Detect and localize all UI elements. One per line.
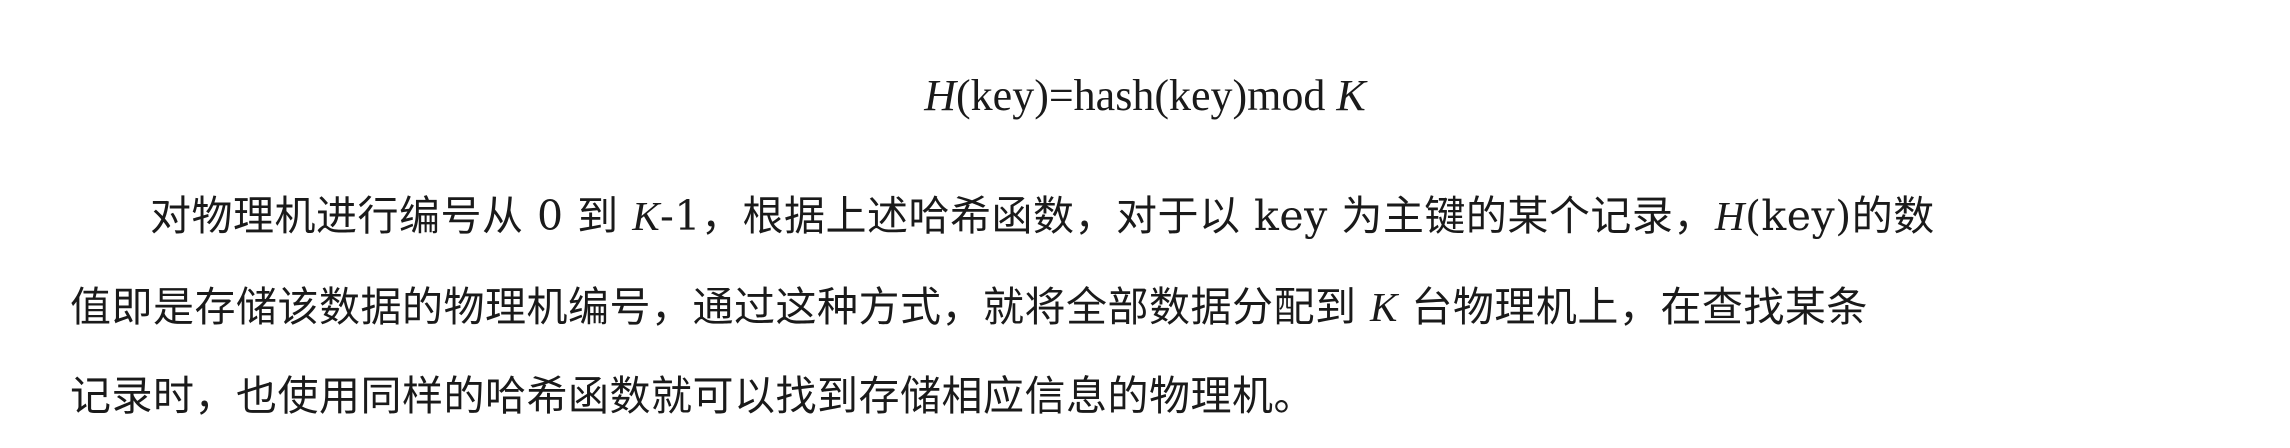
line1-text-b: -1，根据上述哈希函数，对于以 key 为主键的某个记录， xyxy=(660,192,1715,240)
formula-body: (key)=hash(key)mod xyxy=(956,71,1337,120)
line1-var-h: H xyxy=(1714,193,1745,239)
line1-text-a: 对物理机进行编号从 0 到 xyxy=(150,192,633,240)
line2-var-k: K xyxy=(1370,284,1398,330)
paragraph-line-2: 值即是存储该数据的物理机编号，通过这种方式，就将全部数据分配到 K 台物理机上，… xyxy=(70,277,2220,337)
line2-text-a: 值即是存储该数据的物理机编号，通过这种方式，就将全部数据分配到 xyxy=(70,283,1371,331)
document-page: H(key)=hash(key)mod K 对物理机进行编号从 0 到 K-1，… xyxy=(0,0,2290,448)
line1-var-k: K xyxy=(632,193,661,239)
paragraph-line-1: 对物理机进行编号从 0 到 K-1，根据上述哈希函数，对于以 key 为主键的某… xyxy=(150,186,2220,246)
formula-function-name: H xyxy=(924,71,957,120)
line1-text-c: (key)的数 xyxy=(1744,192,1935,240)
line2-text-b: 台物理机上，在查找某条 xyxy=(1397,283,1868,331)
line3-text-a: 记录时，也使用同样的哈希函数就可以找到存储相应信息的物理机。 xyxy=(70,372,1315,420)
formula-modulus: K xyxy=(1336,71,1366,120)
hash-formula: H(key)=hash(key)mod K xyxy=(0,66,2290,126)
paragraph-line-3: 记录时，也使用同样的哈希函数就可以找到存储相应信息的物理机。 xyxy=(70,366,2220,426)
